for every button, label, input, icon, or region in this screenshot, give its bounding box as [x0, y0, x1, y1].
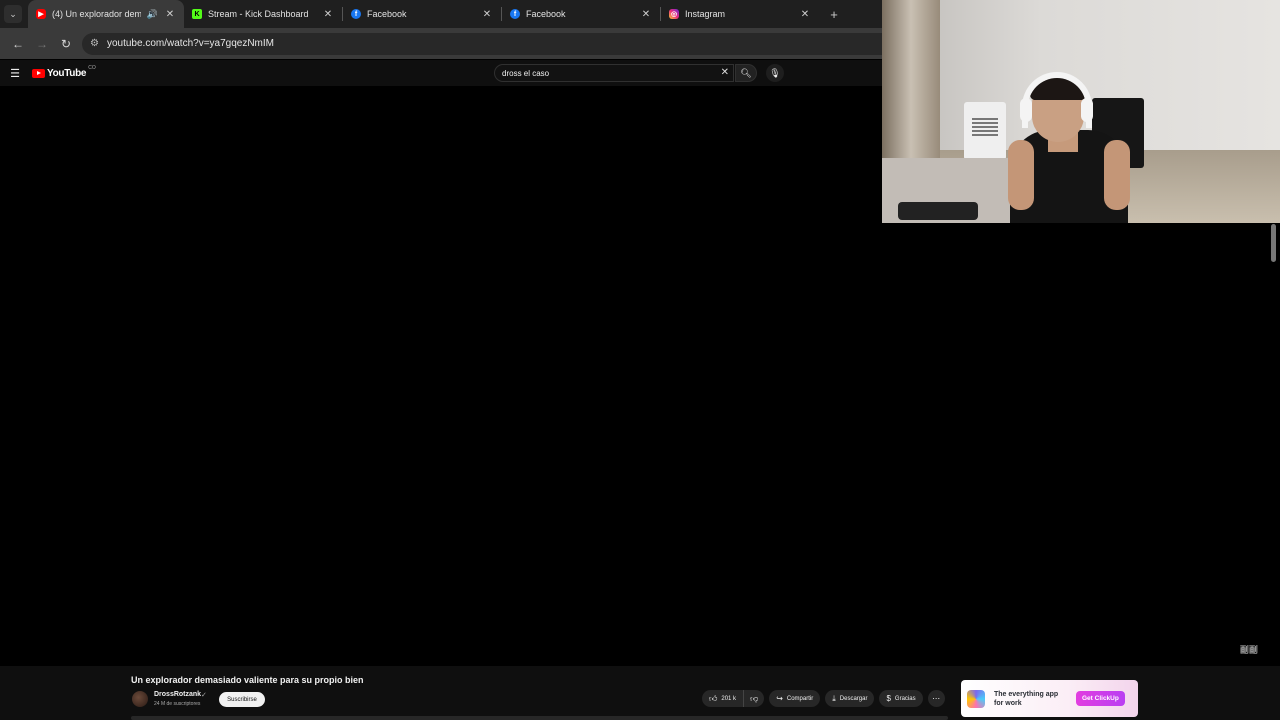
channel-name[interactable]: DrossRotzank: [154, 691, 201, 698]
close-icon[interactable]: ✕: [164, 9, 176, 20]
webcam-heater: [964, 102, 1006, 160]
search-icon: 🔍︎: [740, 67, 752, 78]
tab-title: Instagram: [685, 9, 726, 19]
tab-instagram[interactable]: ◎ Instagram ✕: [661, 0, 819, 28]
youtube-play-icon: [32, 68, 45, 78]
close-icon[interactable]: ✕: [640, 9, 652, 20]
webcam-overlay: [882, 0, 1280, 223]
youtube-masthead: ☰ YouTube CO dross el caso ✕ 🔍︎ 🎙︎: [0, 60, 882, 86]
menu-icon[interactable]: ☰: [0, 67, 30, 80]
more-actions-button[interactable]: ⋯: [927, 690, 945, 707]
tab-search-button[interactable]: ⌄: [4, 5, 22, 23]
reload-icon: ↻: [60, 36, 72, 51]
subscribe-button[interactable]: Suscribirse: [219, 692, 265, 707]
arrow-right-icon: →: [36, 36, 48, 51]
browser-toolbar: ← → ↻ ⚙ youtube.com/watch?v=ya7gqezNmIM: [0, 28, 882, 59]
speaker-icon[interactable]: 🔊: [147, 9, 158, 20]
tab-title: Facebook: [367, 9, 407, 19]
clear-icon[interactable]: ✕: [721, 67, 729, 78]
download-button[interactable]: ⤓ Descargar: [825, 690, 875, 707]
ad-text: The everything app for work: [994, 690, 1072, 708]
mic-icon: 🎙︎: [769, 67, 781, 78]
youtube-icon: ▶: [36, 9, 46, 19]
facebook-icon: f: [351, 9, 361, 19]
thanks-icon: $: [886, 694, 891, 703]
screen: ⌄ ▶ (4) Un explorador demasiado valiente…: [0, 0, 1280, 720]
webcam-curtain: [882, 0, 940, 170]
tab-title: Stream - Kick Dashboard: [208, 9, 309, 19]
close-icon[interactable]: ✕: [481, 9, 493, 20]
download-label: Descargar: [839, 695, 868, 702]
close-icon[interactable]: ✕: [322, 9, 334, 20]
search-button[interactable]: 🔍︎: [735, 64, 757, 82]
forward-button[interactable]: →: [30, 32, 54, 56]
plus-icon: +: [830, 6, 838, 22]
video-actions: 👍︎ 201 k 👎︎ ↪ Compartir ⤓ Descargar $ Gr…: [702, 690, 945, 707]
channel-avatar[interactable]: [132, 691, 148, 707]
more-icon: ⋯: [932, 694, 941, 703]
country-code: CO: [88, 64, 96, 71]
like-button[interactable]: 👍︎ 201 k: [702, 690, 745, 707]
headphone-cup: [1020, 98, 1032, 122]
site-settings-icon[interactable]: ⚙: [90, 38, 99, 49]
page-scrollbar[interactable]: [1271, 224, 1276, 262]
kick-icon: K: [192, 9, 202, 19]
share-button[interactable]: ↪ Compartir: [769, 690, 821, 707]
headphone-cup: [1081, 98, 1093, 122]
subscriber-count: 24 M de suscriptores: [154, 701, 201, 707]
close-icon[interactable]: ✕: [799, 9, 811, 20]
video-title: Un explorador demasiado valiente para su…: [131, 675, 364, 685]
arrow-left-icon: ←: [12, 36, 24, 51]
ad-line-1: The everything app: [994, 690, 1059, 698]
address-bar[interactable]: ⚙ youtube.com/watch?v=ya7gqezNmIM: [82, 32, 882, 55]
clickup-logo-icon: [967, 689, 985, 708]
instagram-icon: ◎: [669, 9, 679, 19]
thanks-label: Gracias: [894, 695, 916, 702]
tab-kick[interactable]: K Stream - Kick Dashboard ✕: [184, 0, 342, 28]
url-text: youtube.com/watch?v=ya7gqezNmIM: [106, 38, 274, 49]
tab-title: Facebook: [526, 9, 566, 19]
back-button[interactable]: ←: [6, 32, 30, 56]
chevron-down-icon: ⌄: [9, 8, 17, 19]
search-input[interactable]: dross el caso ✕: [494, 64, 734, 82]
description-box-edge: [131, 716, 948, 720]
tab-strip: ⌄ ▶ (4) Un explorador demasiado valiente…: [0, 0, 882, 28]
search-query: dross el caso: [502, 68, 550, 78]
share-label: Compartir: [786, 695, 814, 702]
share-icon: ↪: [776, 694, 783, 703]
reload-button[interactable]: ↻: [54, 32, 78, 56]
streamer-arm: [1008, 140, 1034, 210]
webcam-desk-items: [898, 202, 978, 220]
verified-icon: ✓: [201, 692, 207, 699]
tab-facebook-1[interactable]: f Facebook ✕: [343, 0, 501, 28]
logo-text: YouTube: [47, 67, 87, 79]
get-clickup-button[interactable]: Get ClickUp: [1076, 691, 1125, 706]
voice-search-button[interactable]: 🎙︎: [766, 64, 784, 82]
tab-youtube[interactable]: ▶ (4) Un explorador demasiado valiente 🔊…: [28, 0, 184, 28]
like-dislike-group: 👍︎ 201 k 👎︎: [702, 690, 765, 707]
thumbs-down-icon: 👎︎: [750, 693, 759, 703]
channel-watermark[interactable]: 㓰㓰: [1240, 643, 1258, 656]
like-count: 201 k: [721, 695, 737, 702]
tab-facebook-2[interactable]: f Facebook ✕: [502, 0, 660, 28]
clickup-ad[interactable]: The everything app for work Get ClickUp: [961, 680, 1138, 717]
youtube-logo[interactable]: YouTube CO: [32, 64, 96, 79]
thumbs-up-icon: 👍︎: [709, 693, 718, 703]
tab-title: (4) Un explorador demasiado valiente: [52, 9, 141, 19]
ad-line-2: for work: [994, 699, 1022, 707]
thanks-button[interactable]: $ Gracias: [879, 690, 923, 707]
dislike-button[interactable]: 👎︎: [744, 690, 765, 707]
facebook-icon: f: [510, 9, 520, 19]
streamer-arm: [1104, 140, 1130, 210]
download-icon: ⤓: [832, 693, 836, 703]
new-tab-button[interactable]: +: [825, 7, 843, 22]
